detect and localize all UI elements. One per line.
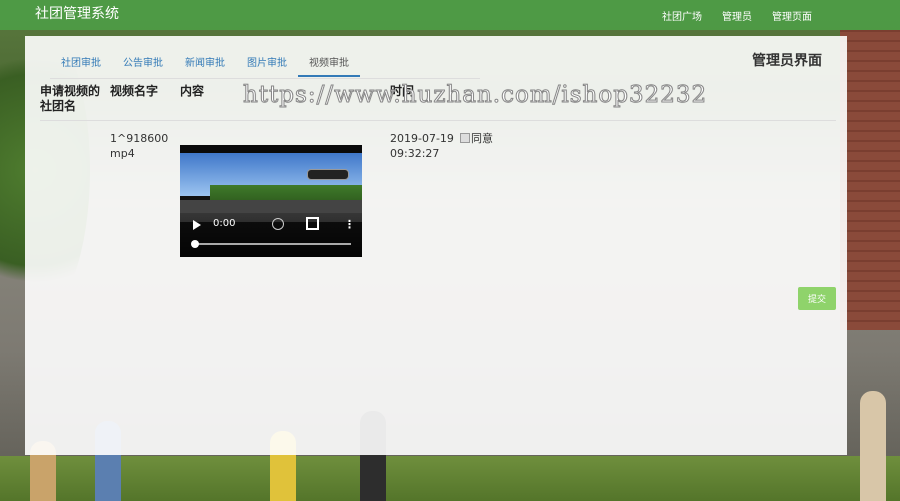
more-vertical-icon[interactable]: ⋮ [344, 219, 355, 230]
cell-approve: 同意 [460, 121, 836, 258]
video-time: 0:00 [213, 218, 236, 229]
rearview-mirror [307, 169, 349, 180]
cell-content: 0:00 ⋮ [180, 121, 390, 257]
video-player[interactable]: 0:00 ⋮ [180, 145, 362, 257]
tab-club-approval[interactable]: 社团审批 [50, 56, 112, 77]
video-progress-track[interactable] [194, 243, 351, 245]
top-nav: 社团广场 管理员 管理页面 [642, 8, 812, 23]
table-row: 1^918600 mp4 0:00 ⋮ 2019-07-19 09:32:27 … [40, 121, 836, 258]
nav-manage-page[interactable]: 管理页面 [772, 8, 812, 23]
cell-time: 2019-07-19 09:32:27 [390, 121, 460, 258]
video-approval-table: 申请视频的社团名 视频名字 内容 时间 1^918600 mp4 0:00 ⋮ … [40, 84, 836, 257]
header-club-name: 申请视频的社团名 [40, 84, 110, 121]
tab-image-approval[interactable]: 图片审批 [236, 56, 298, 77]
checkbox-icon[interactable] [460, 133, 470, 143]
admin-panel: 社团审批 公告审批 新闻审批 图片审批 视频审批 管理员界面 申请视频的社团名 … [25, 36, 847, 455]
cell-club-name [40, 121, 110, 258]
nav-admin[interactable]: 管理员 [722, 8, 752, 23]
cell-video-name: 1^918600 mp4 [110, 132, 169, 160]
video-controls [180, 213, 362, 257]
header-video-name: 视频名字 [110, 84, 180, 121]
play-icon[interactable] [193, 220, 201, 230]
fullscreen-icon[interactable] [306, 217, 319, 230]
tab-notice-approval[interactable]: 公告审批 [112, 56, 174, 77]
approval-tabs: 社团审批 公告审批 新闻审批 图片审批 视频审批 [50, 56, 480, 79]
top-navbar: 社团管理系统 社团广场 管理员 管理页面 [0, 0, 900, 30]
date-text: 2019-07-19 [390, 132, 454, 145]
video-progress-knob[interactable] [191, 240, 199, 248]
approve-label: 同意 [471, 132, 493, 145]
tab-news-approval[interactable]: 新闻审批 [174, 56, 236, 77]
volume-icon[interactable] [272, 218, 284, 230]
app-title[interactable]: 社团管理系统 [35, 3, 119, 23]
watermark-text: https://www.huzhan.com/ishop32232 [242, 82, 708, 109]
tab-video-approval[interactable]: 视频审批 [298, 56, 360, 77]
time-text: 09:32:27 [390, 147, 440, 160]
submit-button[interactable]: 提交 [798, 287, 836, 310]
nav-club-square[interactable]: 社团广场 [662, 8, 702, 23]
page-title: 管理员界面 [752, 53, 822, 69]
